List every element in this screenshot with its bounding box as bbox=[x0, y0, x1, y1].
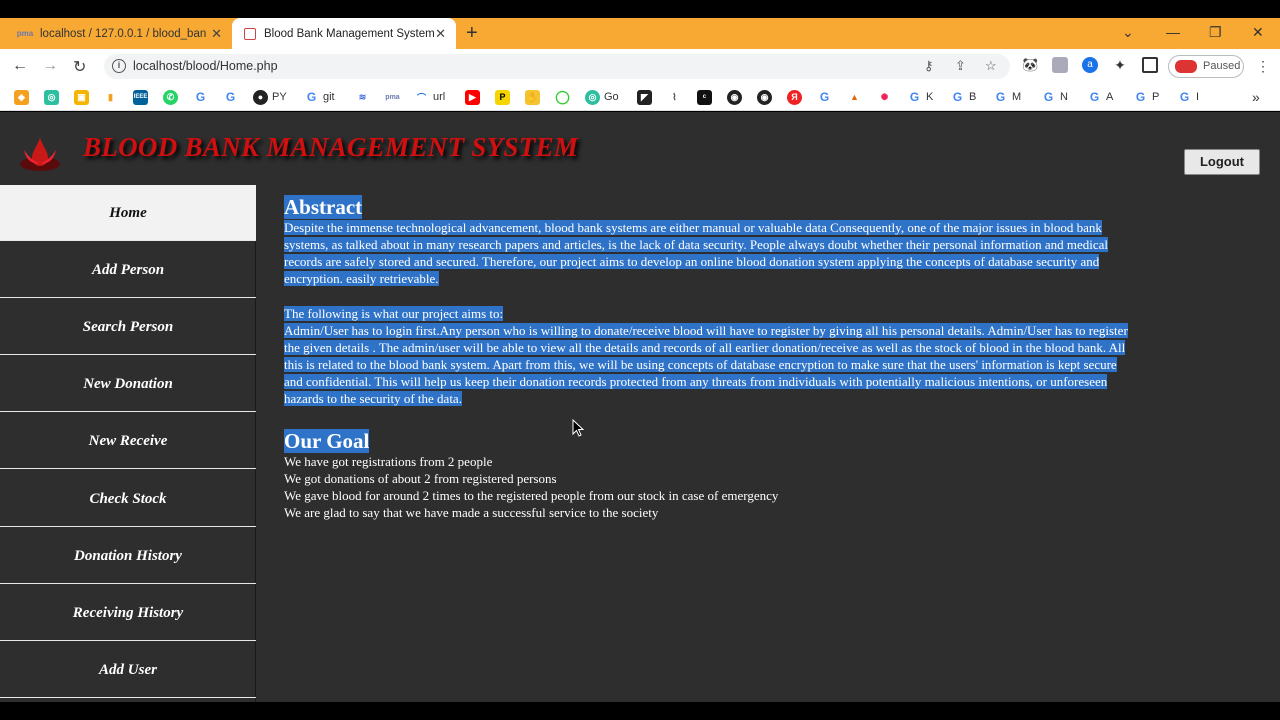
restore-icon[interactable]: ❐ bbox=[1209, 18, 1222, 49]
bookmark-k[interactable]: GK bbox=[907, 89, 933, 105]
google-icon[interactable]: G bbox=[223, 89, 242, 105]
sidebar-item-check-stock[interactable]: Check Stock bbox=[0, 471, 256, 527]
close-icon[interactable]: ✕ bbox=[435, 26, 446, 42]
bookmark-item[interactable]: ◆ bbox=[14, 89, 33, 105]
url-text[interactable]: localhost/blood/Home.php bbox=[133, 59, 278, 73]
bookmark-item[interactable]: ◉ bbox=[757, 89, 776, 105]
bookmark-m[interactable]: GM bbox=[993, 89, 1021, 105]
sidebar-item-search-person[interactable]: Search Person bbox=[0, 299, 256, 355]
bookmark-item[interactable]: ✺ bbox=[877, 89, 896, 105]
bookmark-n[interactable]: GN bbox=[1041, 89, 1068, 105]
reload-icon[interactable]: ↻ bbox=[73, 57, 86, 77]
new-tab-icon[interactable]: + bbox=[466, 18, 478, 49]
sidebar-item-new-donation[interactable]: New Donation bbox=[0, 356, 256, 412]
abstract-heading: Abstract bbox=[284, 195, 363, 219]
share-icon[interactable]: ⇪ bbox=[955, 58, 966, 74]
bookmark-item[interactable]: ᶜ bbox=[697, 89, 716, 105]
youtube-icon[interactable]: ▶ bbox=[465, 89, 484, 105]
forward-arrow-icon[interactable]: → bbox=[42, 57, 58, 75]
chevron-down-icon[interactable]: ⌄ bbox=[1122, 18, 1134, 49]
tab-title: Blood Bank Management System bbox=[264, 27, 435, 40]
logout-button[interactable]: Logout bbox=[1184, 149, 1260, 175]
sidebar-item-home[interactable]: Home bbox=[0, 185, 256, 241]
bookmark-item[interactable]: ◎ bbox=[44, 89, 63, 105]
browser-tab-strip: pma localhost / 127.0.0.1 / blood_ban ✕ … bbox=[0, 18, 1280, 49]
abstract-paragraph: Despite the immense technological advanc… bbox=[284, 220, 1109, 286]
mouse-cursor-icon bbox=[572, 419, 584, 437]
goal-heading: Our Goal bbox=[284, 429, 370, 453]
bookmark-go[interactable]: ◎ Go bbox=[585, 89, 619, 105]
goal-list: We have got registrations from 2 people … bbox=[284, 453, 1264, 521]
puzzle-icon[interactable]: ✦ bbox=[1112, 57, 1128, 73]
google-icon[interactable]: G bbox=[817, 89, 836, 105]
sidebar-item-add-user[interactable]: Add User bbox=[0, 642, 256, 698]
sidebar-nav: Home Add Person Search Person New Donati… bbox=[0, 185, 256, 702]
bookmark-url[interactable]: ⌒ url bbox=[414, 89, 445, 105]
minimize-icon[interactable]: — bbox=[1166, 18, 1180, 49]
chevron-right-icon[interactable]: » bbox=[1252, 89, 1260, 105]
extension-icon[interactable] bbox=[1052, 57, 1068, 73]
bookmark-item[interactable]: ◉ bbox=[727, 89, 746, 105]
bookmark-item[interactable]: ▲ bbox=[847, 89, 866, 105]
bookmarks-bar: ◆ ◎ ▣ ▮ IEEE ✆ G G ● PY Ggit ≋ pma ⌒ url ▶… bbox=[0, 84, 1280, 111]
kebab-menu-icon[interactable]: ⋮ bbox=[1256, 58, 1270, 75]
list-item: We gave blood for around 2 times to the … bbox=[284, 488, 779, 503]
globe-icon bbox=[244, 27, 256, 40]
back-arrow-icon[interactable]: ← bbox=[12, 57, 28, 75]
screen-top-bar bbox=[0, 0, 1280, 18]
bookmark-b[interactable]: GB bbox=[950, 89, 976, 105]
sidebar-item-donation-history[interactable]: Donation History bbox=[0, 528, 256, 584]
panda-extension-icon[interactable]: 🐼 bbox=[1022, 57, 1038, 73]
sidebar-item-new-receive[interactable]: New Receive bbox=[0, 413, 256, 469]
bookmark-item[interactable]: ▣ bbox=[74, 89, 93, 105]
bookmark-git[interactable]: Ggit bbox=[304, 89, 335, 105]
tab-title: localhost / 127.0.0.1 / blood_ban bbox=[40, 27, 207, 40]
site-title: BLOOD BANK MANAGEMENT SYSTEM bbox=[83, 132, 579, 162]
tab-phpmyadmin[interactable]: pma localhost / 127.0.0.1 / blood_ban ✕ bbox=[0, 18, 230, 49]
bookmark-item[interactable]: IEEE bbox=[133, 89, 152, 105]
window-close-icon[interactable]: ✕ bbox=[1252, 18, 1264, 49]
list-item: We have got registrations from 2 people bbox=[284, 454, 493, 469]
bookmark-item[interactable]: ⌇ bbox=[667, 89, 686, 105]
tab-blood-bank[interactable]: Blood Bank Management System ✕ bbox=[232, 18, 456, 49]
star-icon[interactable]: ☆ bbox=[985, 58, 997, 74]
profile-paused-button[interactable]: Paused bbox=[1168, 55, 1244, 78]
sidebar-item-receiving-history[interactable]: Receiving History bbox=[0, 585, 256, 641]
bookmark-github-py[interactable]: ● PY bbox=[253, 89, 287, 105]
aims-paragraph: The following is what our project aims t… bbox=[284, 306, 1128, 406]
extension-icon[interactable]: a bbox=[1082, 57, 1098, 73]
site-header: BLOOD BANK MANAGEMENT SYSTEM Logout bbox=[0, 112, 1280, 185]
key-icon[interactable]: ⚷ bbox=[924, 58, 934, 74]
close-icon[interactable]: ✕ bbox=[211, 26, 222, 42]
sidepanel-icon[interactable] bbox=[1142, 57, 1158, 73]
whatsapp-icon[interactable]: ✆ bbox=[163, 89, 182, 105]
bookmark-item[interactable]: Я bbox=[787, 89, 806, 105]
bookmark-item[interactable]: ◤ bbox=[637, 89, 656, 105]
web-page: BLOOD BANK MANAGEMENT SYSTEM Logout Home… bbox=[0, 112, 1280, 702]
sidebar-item-add-person[interactable]: Add Person bbox=[0, 242, 256, 298]
bookmark-item[interactable]: ▮ bbox=[103, 89, 122, 105]
phpmyadmin-icon: pma bbox=[16, 29, 34, 38]
blood-drop-logo-icon bbox=[20, 138, 60, 171]
bookmark-item[interactable]: ≋ bbox=[355, 89, 374, 105]
screen-bottom-bar bbox=[0, 702, 1280, 720]
bookmark-p[interactable]: GP bbox=[1133, 89, 1159, 105]
list-item: We are glad to say that we have made a s… bbox=[284, 505, 659, 520]
main-content: Abstract Despite the immense technologic… bbox=[284, 195, 1264, 521]
address-bar[interactable]: i localhost/blood/Home.php ⚷ ⇪ ☆ bbox=[104, 54, 1010, 79]
phpmyadmin-icon[interactable]: pma bbox=[385, 89, 404, 105]
google-icon[interactable]: G bbox=[193, 89, 212, 105]
avatar bbox=[1175, 60, 1197, 73]
list-item: We got donations of about 2 from registe… bbox=[284, 471, 557, 486]
bookmark-item[interactable]: P bbox=[495, 89, 514, 105]
bookmark-item[interactable]: ◯ bbox=[555, 89, 574, 105]
info-icon[interactable]: i bbox=[112, 59, 126, 73]
bookmark-a[interactable]: GA bbox=[1087, 89, 1113, 105]
bookmark-item[interactable]: ✋ bbox=[525, 89, 544, 105]
bookmark-i[interactable]: GI bbox=[1177, 89, 1199, 105]
